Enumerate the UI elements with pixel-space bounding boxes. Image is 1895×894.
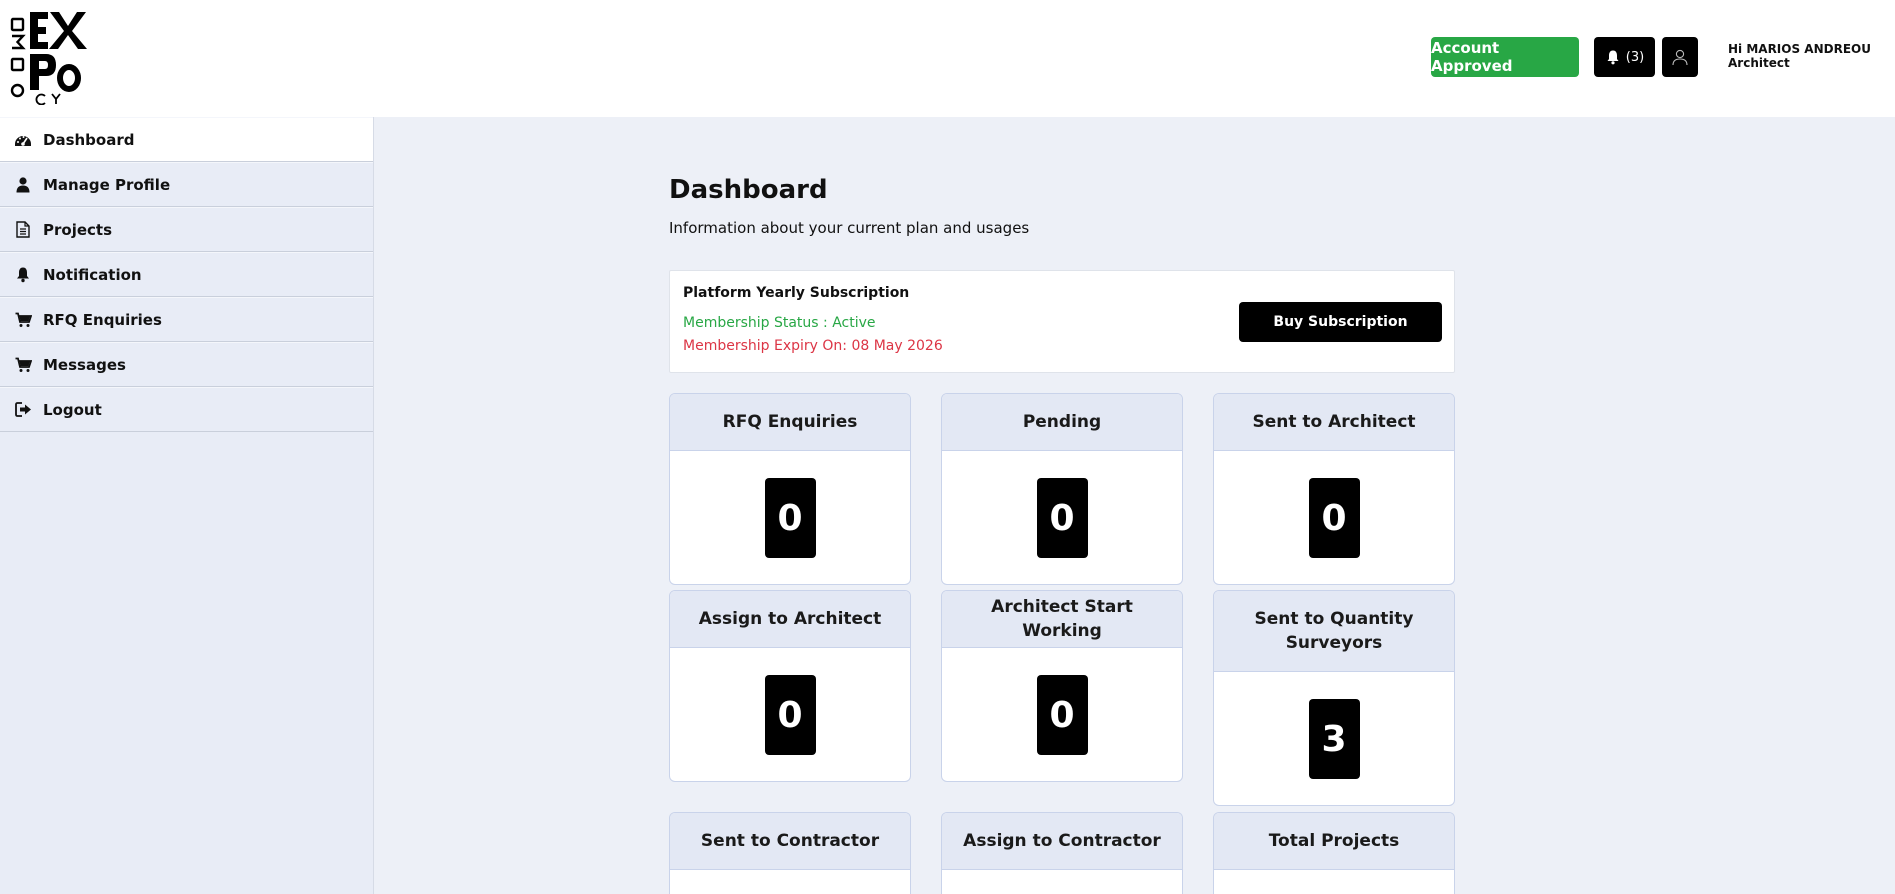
greeting-name: Hi MARIOS ANDREOU [1728,42,1871,56]
sidebar-item-label: Projects [43,220,113,239]
stat-card-label: Sent to Quantity Surveyors [1214,591,1454,672]
stat-card-sent-to-contractor[interactable]: Sent to Contractor [669,812,911,894]
membership-status: Membership Status : Active [683,315,876,331]
cart-icon [14,311,32,329]
sidebar-item-rfq-enquiries[interactable]: RFQ Enquiries [0,297,373,342]
stat-card-value: 0 [1036,478,1088,558]
stat-card-label: Sent to Contractor [670,813,910,870]
stat-card-label: Sent to Architect [1214,394,1454,451]
top-header: Account Approved (3) Hi MARIOS ANDREOU A… [0,0,1895,117]
subscription-card: Platform Yearly Subscription Membership … [669,270,1455,373]
sidebar-item-label: RFQ Enquiries [43,310,162,329]
sidebar-item-label: Dashboard [43,130,135,149]
stat-card-label: Architect Start Working [942,591,1182,648]
sidebar-item-logout[interactable]: Logout [0,387,373,432]
stat-card-rfq-enquiries[interactable]: RFQ Enquiries 0 [669,393,911,585]
stat-card-value: 0 [1308,478,1360,558]
stat-card-pending[interactable]: Pending 0 [941,393,1183,585]
stat-card-sent-to-architect[interactable]: Sent to Architect 0 [1213,393,1455,585]
document-icon [14,221,32,239]
stat-card-total-projects[interactable]: Total Projects [1213,812,1455,894]
stat-card-sent-to-quantity-surveyors[interactable]: Sent to Quantity Surveyors 3 [1213,590,1455,806]
page-subtitle: Information about your current plan and … [669,219,1030,237]
page-title: Dashboard [669,175,828,205]
stat-card-label: Assign to Architect [670,591,910,648]
stat-card-assign-to-architect[interactable]: Assign to Architect 0 [669,590,911,782]
user-icon [14,176,32,194]
notifications-button[interactable]: (3) [1594,37,1655,77]
user-greeting[interactable]: Hi MARIOS ANDREOU Architect [1728,42,1871,70]
greeting-role: Architect [1728,56,1790,70]
stat-card-value: 0 [764,478,816,558]
sidebar-item-notification[interactable]: Notification [0,252,373,297]
sidebar-item-label: Logout [43,400,102,419]
sidebar-item-manage-profile[interactable]: Manage Profile [0,162,373,207]
stat-card-assign-to-contractor[interactable]: Assign to Contractor [941,812,1183,894]
buy-subscription-button[interactable]: Buy Subscription [1239,302,1442,342]
dashboard-icon [14,131,32,149]
notifications-count: (3) [1625,49,1645,65]
sidebar-item-label: Notification [43,265,142,284]
sidebar-item-projects[interactable]: Projects [0,207,373,252]
logout-icon [14,401,32,419]
sidebar-nav: Dashboard Manage Profile Projects Notifi… [0,117,374,894]
sidebar-item-label: Manage Profile [43,175,171,194]
stat-card-label: Assign to Contractor [942,813,1182,870]
bell-icon [14,266,32,284]
cart-icon [14,356,32,374]
sidebar-item-dashboard[interactable]: Dashboard [0,117,373,162]
stat-card-label: Total Projects [1214,813,1454,870]
stat-card-label: Pending [942,394,1182,451]
stat-card-label: RFQ Enquiries [670,394,910,451]
sidebar-item-messages[interactable]: Messages [0,342,373,387]
stat-card-value: 0 [1036,675,1088,755]
stat-card-architect-start-working[interactable]: Architect Start Working 0 [941,590,1183,782]
stat-card-value: 0 [764,675,816,755]
user-menu-button[interactable] [1662,37,1698,77]
stat-card-value: 3 [1308,699,1360,779]
bell-icon [1605,49,1621,65]
domo-expo-logo[interactable] [10,10,100,106]
subscription-title: Platform Yearly Subscription [683,285,910,301]
membership-expiry: Membership Expiry On: 08 May 2026 [683,338,943,354]
account-approved-badge[interactable]: Account Approved [1431,37,1579,77]
user-icon [1671,48,1689,66]
sidebar-item-label: Messages [43,355,126,374]
